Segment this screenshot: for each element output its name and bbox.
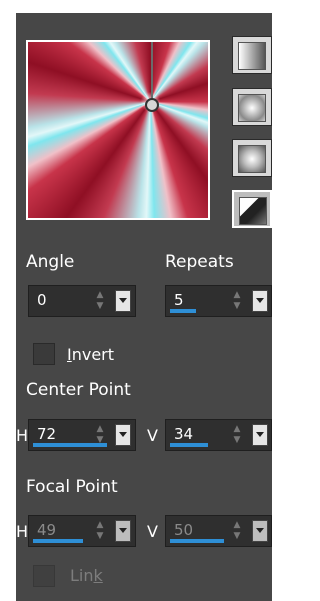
repeats-dropdown-button[interactable] <box>252 290 268 312</box>
center-v-dropdown-button[interactable] <box>252 424 268 446</box>
gradient-preview[interactable] <box>26 40 210 220</box>
linear-gradient-icon <box>238 42 266 70</box>
angle-spinner[interactable]: ▲ ▼ <box>93 290 107 312</box>
repeats-label: Repeats <box>165 252 234 272</box>
center-point-handle[interactable] <box>145 98 159 112</box>
focal-h-field[interactable]: 49 ▲ ▼ <box>28 515 136 547</box>
center-v-value: 34 <box>174 425 194 443</box>
center-h-spinner[interactable]: ▲ ▼ <box>93 424 107 446</box>
focal-h-slider-bar[interactable] <box>33 539 83 543</box>
angle-label: Angle <box>26 252 75 272</box>
invert-label[interactable]: Invert <box>67 345 114 364</box>
linear-style-button[interactable] <box>232 36 272 74</box>
focal-h-label: H <box>16 522 29 541</box>
sunburst-gradient-icon <box>238 145 266 173</box>
center-v-field[interactable]: 34 ▲ ▼ <box>165 419 272 451</box>
focal-v-label: V <box>147 522 158 541</box>
repeats-field[interactable]: 5 ▲ ▼ <box>165 285 272 317</box>
center-point-label: Center Point <box>26 380 131 400</box>
sunburst-style-button[interactable] <box>232 139 272 177</box>
radial-gradient-icon <box>239 197 267 225</box>
focal-v-dropdown-button[interactable] <box>252 520 268 542</box>
focal-point-label: Focal Point <box>26 477 118 497</box>
center-v-label: V <box>147 426 158 445</box>
focal-h-dropdown-button[interactable] <box>115 520 131 542</box>
invert-checkbox[interactable] <box>33 343 55 365</box>
focal-v-value: 50 <box>174 521 194 539</box>
rectangular-gradient-icon <box>238 94 266 122</box>
center-v-spinner[interactable]: ▲ ▼ <box>230 424 244 446</box>
center-h-value: 72 <box>37 425 57 443</box>
center-h-label: H <box>16 426 29 445</box>
repeats-slider-bar[interactable] <box>170 309 196 313</box>
repeats-spinner[interactable]: ▲ ▼ <box>230 290 244 312</box>
focal-v-spinner[interactable]: ▲ ▼ <box>230 520 244 542</box>
center-h-dropdown-button[interactable] <box>115 424 131 446</box>
focal-h-value: 49 <box>37 521 57 539</box>
link-label[interactable]: Link <box>70 566 103 585</box>
gradient-swatch <box>28 42 208 218</box>
center-v-slider-bar[interactable] <box>170 443 208 447</box>
repeats-value: 5 <box>174 291 184 309</box>
focal-v-field[interactable]: 50 ▲ ▼ <box>165 515 272 547</box>
focal-v-slider-bar[interactable] <box>170 539 224 543</box>
rectangular-style-button[interactable] <box>232 88 272 126</box>
center-h-field[interactable]: 72 ▲ ▼ <box>28 419 136 451</box>
angle-dropdown-button[interactable] <box>115 290 131 312</box>
focal-h-spinner[interactable]: ▲ ▼ <box>93 520 107 542</box>
radial-style-button[interactable] <box>232 190 272 228</box>
link-checkbox[interactable] <box>33 565 55 587</box>
angle-field[interactable]: 0 ▲ ▼ <box>28 285 136 317</box>
angle-value: 0 <box>37 291 47 309</box>
